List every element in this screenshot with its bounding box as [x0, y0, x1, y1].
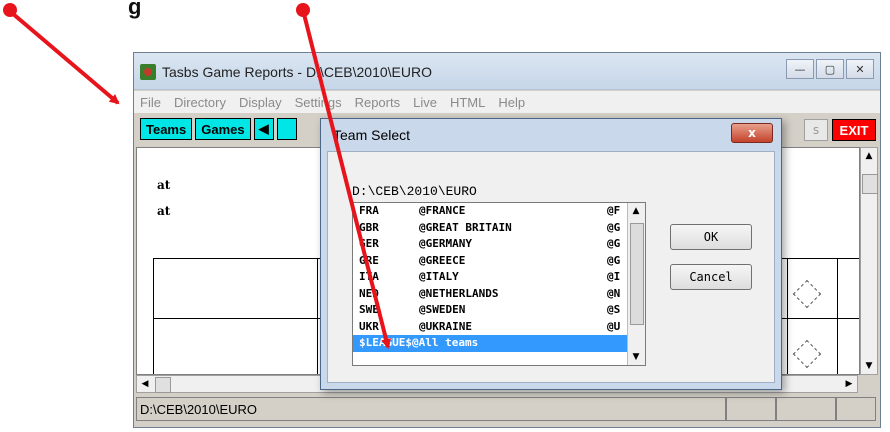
maximize-button[interactable]: ▢: [816, 59, 844, 79]
status-path: D:\CEB\2010\EURO: [136, 397, 726, 421]
menu-bar: File Directory Display Settings Reports …: [134, 91, 880, 113]
list-item[interactable]: SWE @SWEDEN @S: [353, 302, 645, 319]
teams-button[interactable]: Teams: [140, 118, 193, 140]
title-bar: Tasbs Game Reports - D:\CEB\2010\EURO — …: [134, 53, 880, 90]
list-item[interactable]: GER @GERMANY @G: [353, 236, 645, 253]
close-button[interactable]: ✕: [846, 59, 874, 79]
list-item[interactable]: FRA @FRANCE @F: [353, 203, 645, 220]
list-item[interactable]: ITA @ITALY @I: [353, 269, 645, 286]
caption-fragment: g: [128, 0, 142, 19]
list-item-selected[interactable]: $LEAGUE$@All teams: [353, 335, 645, 352]
games-button[interactable]: Games: [195, 118, 251, 140]
grid-line: [317, 258, 318, 374]
list-scroll-thumb[interactable]: [630, 223, 644, 325]
dialog-body: D:\CEB\2010\EURO FRA @FRANCE @F GBR @GREAT …: [327, 151, 775, 383]
menu-reports[interactable]: Reports: [355, 95, 401, 110]
team-select-dialog: Team Select x D:\CEB\2010\EURO FRA @FRANC…: [320, 118, 782, 390]
vertical-scrollbar[interactable]: ▲ ▼: [860, 147, 878, 375]
annotation-arrow-icon: [10, 11, 120, 105]
annotation-dot: [296, 3, 310, 17]
grid-line: [837, 258, 838, 374]
at-label-2: at: [157, 204, 171, 218]
team-listbox[interactable]: FRA @FRANCE @F GBR @GREAT BRITAIN @G GER @GER…: [352, 202, 646, 366]
status-panel: [776, 397, 836, 421]
next-button-partial[interactable]: [276, 118, 297, 140]
ok-button[interactable]: OK: [670, 224, 752, 250]
exit-button[interactable]: EXIT: [832, 119, 876, 141]
dialog-close-button[interactable]: x: [731, 123, 773, 143]
menu-file[interactable]: File: [140, 95, 161, 110]
annotation-dot: [3, 3, 17, 17]
status-panel: [836, 397, 876, 421]
dialog-title: Team Select: [333, 127, 411, 143]
menu-live[interactable]: Live: [413, 95, 437, 110]
scroll-right-icon[interactable]: ▶: [841, 376, 857, 392]
scroll-up-icon[interactable]: ▲: [628, 203, 644, 219]
window-title: Tasbs Game Reports - D:\CEB\2010\EURO: [162, 64, 432, 80]
menu-html[interactable]: HTML: [450, 95, 485, 110]
prev-arrow-button[interactable]: ◀: [253, 118, 274, 140]
scroll-down-icon[interactable]: ▼: [861, 358, 877, 374]
status-panel: [726, 397, 776, 421]
grid-line: [787, 258, 788, 374]
menu-display[interactable]: Display: [239, 95, 282, 110]
list-item[interactable]: NED @NETHERLANDS @N: [353, 286, 645, 303]
base-diamond-icon: [792, 279, 822, 309]
scroll-left-icon[interactable]: ◀: [137, 376, 153, 392]
scroll-down-icon[interactable]: ▼: [628, 349, 644, 365]
hscroll-thumb[interactable]: [155, 377, 171, 393]
grid-line: [153, 258, 154, 374]
minimize-button[interactable]: —: [786, 59, 814, 79]
app-icon: [140, 64, 156, 80]
menu-settings[interactable]: Settings: [295, 95, 342, 110]
list-item[interactable]: GRE @GREECE @G: [353, 253, 645, 270]
list-item[interactable]: GBR @GREAT BRITAIN @G: [353, 220, 645, 237]
scroll-thumb[interactable]: [862, 174, 878, 194]
partial-button[interactable]: s: [804, 119, 828, 141]
cancel-button[interactable]: Cancel: [670, 264, 752, 290]
status-bar: D:\CEB\2010\EURO: [136, 397, 878, 423]
list-scrollbar[interactable]: ▲ ▼: [627, 203, 645, 365]
base-diamond-icon: [792, 339, 822, 369]
menu-directory[interactable]: Directory: [174, 95, 226, 110]
scroll-up-icon[interactable]: ▲: [861, 148, 877, 164]
menu-help[interactable]: Help: [498, 95, 525, 110]
list-item[interactable]: UKR @UKRAINE @U: [353, 319, 645, 336]
directory-path: D:\CEB\2010\EURO: [352, 184, 477, 199]
at-label-1: at: [157, 178, 171, 192]
